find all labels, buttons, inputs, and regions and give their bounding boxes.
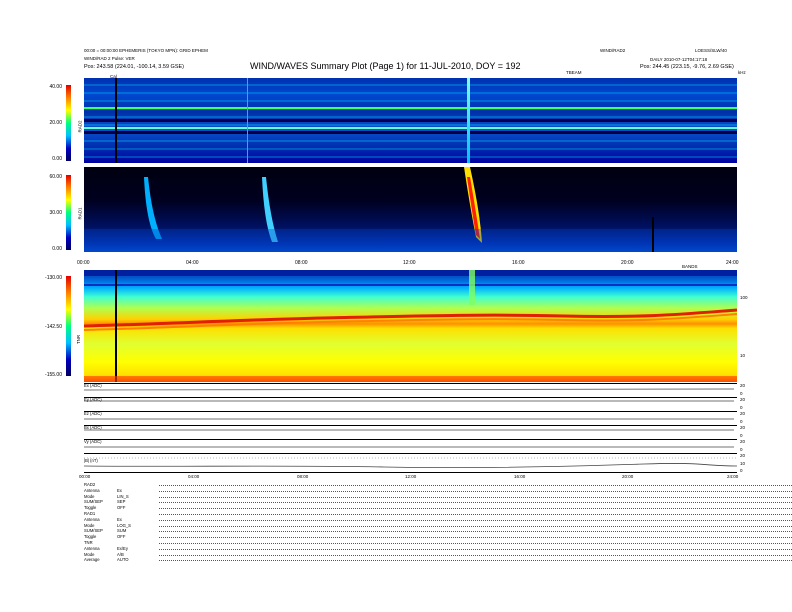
header-left-line-3: Pos: 243.58 (224.01, -100.14, 3.59 GSE) [84,64,184,70]
trace-bx [84,425,737,439]
trace-label-ey: Ey (ADC) [84,397,102,402]
param-row: Average AUTO [84,557,792,563]
trace-ex-right-top: 20 [740,383,746,388]
tnr-colorbar [66,276,71,376]
rad1-colorbar [66,175,71,250]
rad2-burst-streak [467,78,470,163]
time-label-2: 08:00 [295,260,308,266]
trace-ey-right-top: 20 [740,397,746,402]
trace-ex-right-bottom: 0 [740,391,743,396]
rad1-tick-top: 60.00 [49,174,62,180]
trace-ey [84,397,737,411]
time-label-6: 24:00 [726,260,739,266]
header-right-line-3: DAILY 2010-07-12T04:17:18 [650,57,708,62]
tnr-tick-top: -130.00 [45,275,62,281]
tnr-plasma-line [84,308,737,328]
trace-vy-right-bottom: 0 [740,447,743,452]
khz-label: kHz [738,70,746,75]
rad2-band-dark-1 [84,119,737,122]
bottom-time-2: 08:00 [297,474,309,479]
header-right-line-2: LOESS/SLW/40 [695,48,727,53]
trace-bx-right-bottom: 0 [740,433,743,438]
rad2-band-cyan [84,127,737,129]
time-label-4: 16:00 [512,260,525,266]
tnr-right-tick-10: 10 [740,353,746,358]
tnr-cal-line [115,270,117,382]
trace-label-ex: Ex (ADC) [84,383,102,388]
header-right-line-4: Pos: 244.45 (223.15, -9.76, 2.69 GSE) [640,64,734,70]
bottom-time-0: 00:00 [79,474,91,479]
tnr-overlay-svg [84,270,737,382]
trace-b [83,453,738,473]
time-label-5: 20:00 [621,260,634,266]
trace-ez [84,411,737,425]
trace-b-right-bottom: 0 [740,468,743,473]
tnr-spectrogram [84,270,737,382]
trace-label-vy: Vy (ADC) [84,439,102,444]
rad2-label: RAD2 [77,120,83,133]
bottom-time-3: 12:00 [405,474,417,479]
bottom-time-5: 20:00 [622,474,634,479]
header-right-line-1: WIND/RAD2 [600,48,626,53]
trace-label-ez: Ez (ADC) [84,411,102,416]
rad1-bottom-band [84,229,737,252]
rad2-band-dark-2 [84,131,737,134]
rad2-colorbar [66,85,71,161]
page-title: WIND/WAVES Summary Plot (Page 1) for 11-… [250,61,521,71]
parameter-list: RAD2 Antenna Ex Mode LIN_S SUM/SEP SEP Togg… [84,482,792,563]
trace-vy-right-top: 20 [740,439,746,444]
bottom-time-4: 16:00 [514,474,526,479]
rad2-tick-mid: 20.00 [49,120,62,126]
rad2-cal-line [115,78,117,163]
rad1-label: RAD1 [77,207,83,220]
tnr-band-dark [84,284,737,286]
header-left-line-2: WIND/RAD 2 Pulse: VER [84,56,135,61]
trace-b-right-mid: 10 [740,461,746,466]
header-left-line-1: 00:00 = 00:00:00 EPHEMERIS (TOKYO MPN): … [84,48,208,53]
time-label-3: 12:00 [403,260,416,266]
rad2-tick-top: 40.00 [49,84,62,90]
trace-ey-right-bottom: 0 [740,405,743,410]
bottom-time-6: 24:00 [727,474,739,479]
rad2-tick-bottom: 0.00 [52,156,62,162]
tnr-top-band [84,270,737,276]
rad1-tick-bottom: 0.00 [52,246,62,252]
tbeam-label: TBEAM [566,70,582,75]
tnr-tick-mid: -142.50 [45,324,62,330]
trace-label-b: |B| (nT) [84,458,98,463]
tnr-tick-bottom: -155.00 [45,372,62,378]
rad2-spectrogram [84,78,737,163]
rad1-dark-line [652,217,654,252]
trace-ez-right-bottom: 0 [740,419,743,424]
tnr-right-label: BANDS [682,264,698,269]
rad1-spectrogram [84,167,737,252]
trace-vy [84,439,737,453]
tnr-bottom-band [84,376,737,382]
trace-ez-right-top: 20 [740,411,746,416]
trace-bx-right-top: 20 [740,425,746,430]
time-label-0: 00:00 [77,260,90,266]
tnr-burst-streak [469,270,475,305]
tnr-right-tick-100: 100 [740,295,748,300]
rad1-bursts-svg [84,167,737,252]
rad1-tick-mid: 30.00 [49,210,62,216]
trace-ex [83,383,737,397]
rad2-streak-1 [247,78,248,163]
rad2-band-green [84,107,737,109]
time-label-1: 04:00 [186,260,199,266]
bottom-time-1: 04:00 [188,474,200,479]
tnr-label: TNR [76,334,82,345]
trace-b-right-top: 20 [740,453,746,458]
trace-label-bx: Bx (ADC) [84,425,102,430]
